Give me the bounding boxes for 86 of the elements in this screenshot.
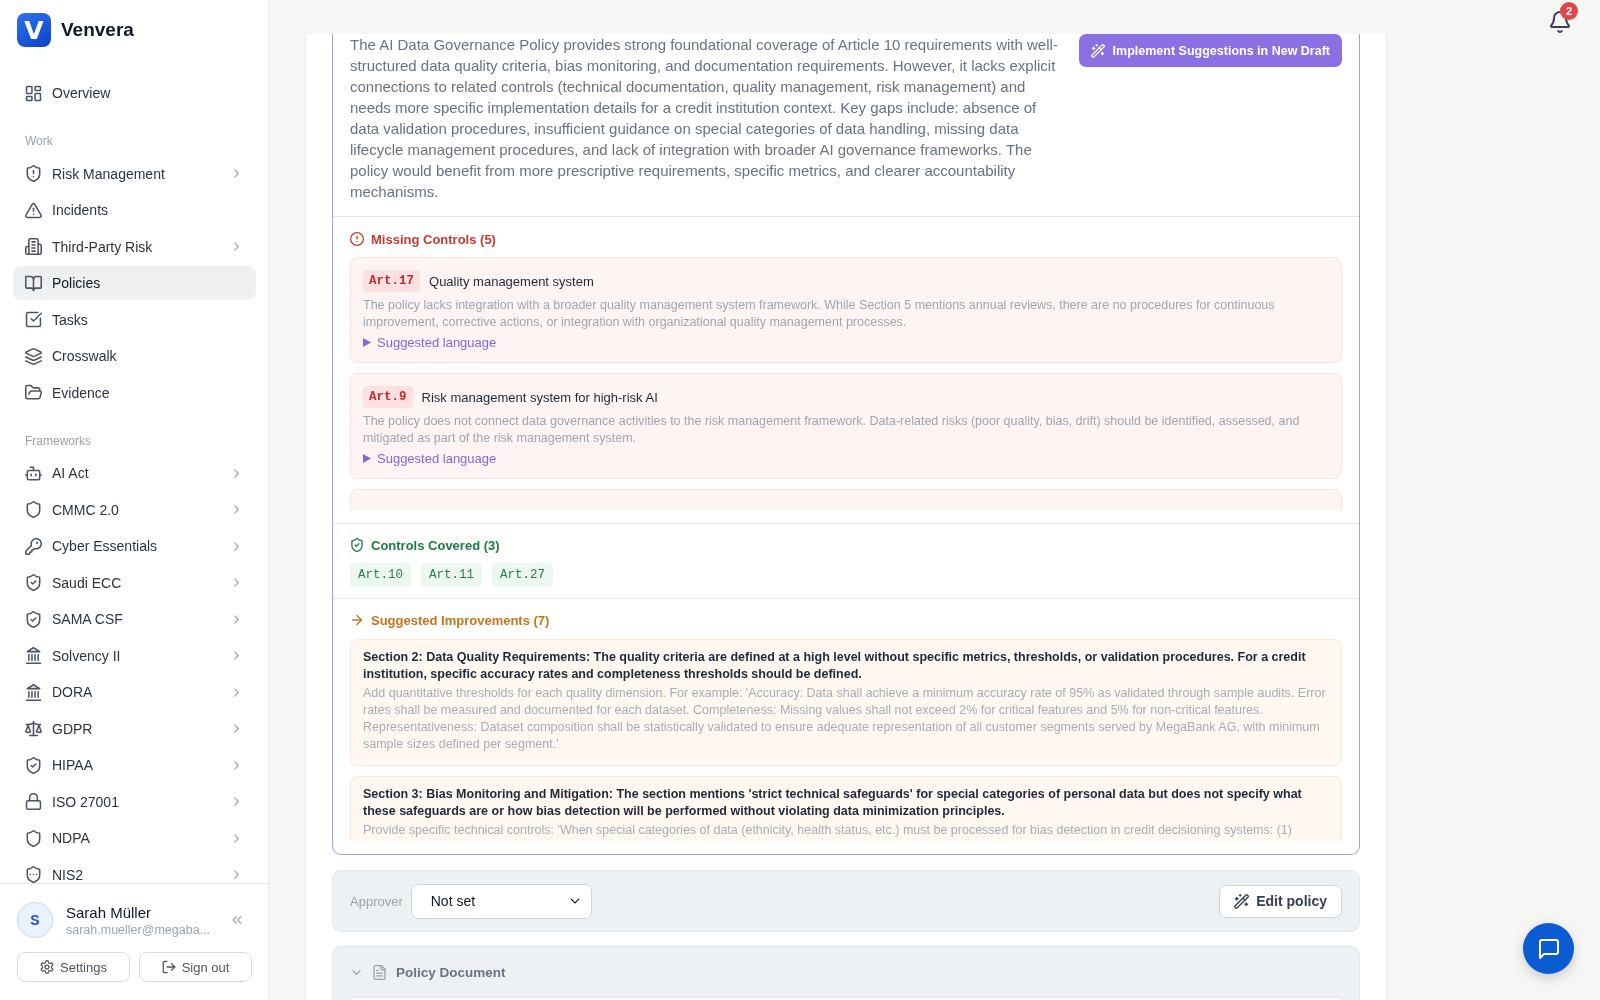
- section-title: Suggested Improvements (7): [371, 612, 550, 628]
- folder-icon: [25, 384, 42, 401]
- section-label: Frameworks: [24, 432, 92, 449]
- nav-item[interactable]: NDPA: [13, 821, 256, 855]
- notification-count: 2: [1560, 2, 1578, 20]
- covered-article-tag: Art.11: [421, 563, 483, 587]
- nav-item[interactable]: SAMA CSF: [13, 602, 256, 636]
- nav-item[interactable]: Tasks: [13, 302, 256, 337]
- checkbox-icon: [25, 311, 42, 328]
- settings-button[interactable]: Settings: [17, 952, 130, 982]
- improvement-description: Add quantitative thresholds for each quality dimension. For example: 'Accuracy: Data shall achieve a minimum accuracy rate of 95% as validated through sample audits. Error rates shall be measured and documented for each dataset. Completeness: Missing values shall not exceed 2% for critical features and 5% for non-critical features. Representativeness: Dataset composition shall be statistically validated to ensure adequate representation of all customer segments served by MegaBank AG, with minimum sample sizes defined per segment.': [363, 685, 1327, 753]
- nav-item[interactable]: Cyber Essentials: [13, 529, 256, 563]
- book-icon: [25, 274, 42, 292]
- approver-label: Approver: [350, 893, 403, 909]
- building-icon: [25, 238, 42, 255]
- chat-button[interactable]: [1523, 923, 1574, 974]
- nav-item[interactable]: Third-Party Risk: [13, 229, 256, 264]
- nav-item[interactable]: Policies: [13, 266, 256, 300]
- section-title: Controls Covered (3): [371, 537, 500, 553]
- section-label: Work: [24, 133, 54, 149]
- key-icon: [25, 537, 42, 555]
- improvement-description: Provide specific technical controls: 'When special categories of data (ethnicity, health status, etc.) must be processed for bias detection in credit decisioning systems: (1): [363, 822, 1293, 839]
- nav-item[interactable]: Crosswalk: [13, 339, 256, 373]
- nav-item[interactable]: HIPAA: [13, 748, 256, 782]
- shield-check-icon: [25, 610, 42, 628]
- shield-dots-icon: [25, 866, 42, 883]
- shield-check-icon: [25, 756, 42, 774]
- control-title: Risk management system for high-risk AI: [421, 389, 658, 405]
- bank-icon: [25, 683, 42, 701]
- brand-name: Venvera: [61, 19, 134, 41]
- covered-article-tag: Art.27: [492, 563, 554, 587]
- nav-item[interactable]: AI Act: [13, 456, 256, 490]
- analysis-summary: The AI Data Governance Policy provides strong foundational coverage of Article 10 requirements with well-structured data quality criteria, bias monitoring, and documentation requirements. However, it lacks explicit connections to related controls (technical documentation, quality management, risk management) and needs more specific implementation details for a credit institution context. Key gaps include: absence of data validation procedures, insufficient guidance on special categories of data handling, missing data lifecycle management procedures, and lack of integration with broader AI governance frameworks. The policy would benefit from more prescriptive requirements, specific metrics, and clearer accountability mechanisms.: [350, 35, 1059, 202]
- nav-item[interactable]: Incidents: [13, 193, 256, 227]
- shield-check-icon: [25, 574, 42, 591]
- nav-item[interactable]: Evidence: [13, 375, 256, 410]
- section-title: Missing Controls (5): [371, 231, 496, 247]
- nav-item[interactable]: ISO 27001: [13, 784, 256, 819]
- suggested-language-toggle[interactable]: Suggested language: [363, 450, 497, 467]
- magic-wand-icon: [1234, 893, 1250, 909]
- warning-icon: [25, 201, 42, 219]
- magic-wand-icon: [1090, 43, 1105, 58]
- nav-item[interactable]: Solvency II: [13, 638, 256, 673]
- sign-out-button[interactable]: Sign out: [139, 952, 252, 982]
- nav-item[interactable]: Risk Management: [13, 156, 256, 191]
- improvement-title: Section 2: Data Quality Requirements: The quality criteria are defined at a high level without specific metrics, thresholds, or validation procedures. For a credit institution, specific accuracy rates and completeness thresholds should be defined.: [363, 649, 1307, 683]
- brand-logo: V: [17, 13, 51, 47]
- user-name: Sarah Müller: [66, 903, 153, 921]
- control-description: The policy lacks integration with a broader quality management system framework. While Section 5 mentions annual reviews, there are no procedures for continuous improvement, corrective actions, or integration with organizational quality management processes.: [363, 297, 1276, 331]
- document-icon: [372, 964, 387, 980]
- layers-icon: [25, 347, 42, 365]
- dashboard-icon: [25, 84, 42, 102]
- panel-title: Policy Document: [396, 964, 506, 980]
- user-avatar: S: [17, 902, 53, 938]
- sign-out-icon: [161, 960, 176, 974]
- disclosure-triangle-icon: [363, 338, 371, 347]
- approver-select[interactable]: Not set: [410, 883, 592, 919]
- covered-article-tag: Art.10: [350, 563, 411, 587]
- settings-icon: [40, 960, 54, 974]
- disclosure-triangle-icon: [363, 454, 371, 463]
- lock-icon: [25, 793, 42, 810]
- shield-icon: [25, 501, 42, 518]
- implement-suggestions-button[interactable]: Implement Suggestions in New Draft: [1078, 34, 1342, 67]
- shield-check-icon: [350, 538, 364, 552]
- bank-icon: [25, 647, 42, 664]
- nav-item[interactable]: DORA: [13, 675, 256, 709]
- double-chevron-left-icon: [230, 913, 244, 927]
- alert-circle-icon: [350, 232, 364, 246]
- chat-bubble-icon: [1537, 937, 1560, 960]
- improvement-title: Section 3: Bias Monitoring and Mitigation: The section mentions 'strict technical safeguards' for special categories of personal data but does not specify what these safeguards are or how bias detection will be performed without violating data minimization principles.: [363, 786, 1303, 820]
- suggested-language-toggle[interactable]: Suggested language: [363, 334, 497, 351]
- shield-alert-icon: [25, 165, 42, 182]
- nav-item[interactable]: Overview: [13, 76, 256, 110]
- nav-item[interactable]: CMMC 2.0: [13, 492, 256, 527]
- robot-icon: [25, 464, 42, 482]
- scales-icon: [25, 720, 42, 737]
- edit-policy-button[interactable]: Edit policy: [1219, 884, 1342, 918]
- control-title: Quality management system: [429, 273, 594, 289]
- user-email: sarah.mueller@megaba...: [66, 922, 211, 937]
- nav-item[interactable]: Saudi ECC: [13, 565, 256, 600]
- shield-icon: [25, 829, 42, 847]
- article-tag: Art.9: [363, 386, 413, 408]
- article-tag: Art.17: [363, 270, 420, 292]
- control-description: The policy does not connect data governance activities to the risk management framework. Data-related risks (poor quality, bias, drift) should be identified, assessed, and mitigated as part of the risk management system.: [363, 413, 1301, 447]
- nav-item[interactable]: NIS2: [13, 857, 256, 883]
- nav-item[interactable]: GDPR: [13, 711, 256, 746]
